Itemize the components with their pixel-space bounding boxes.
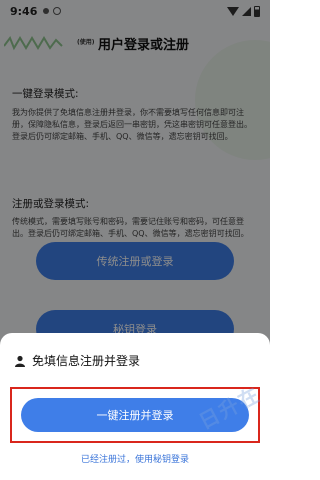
login-screen: 9:46 (使用) 用户登录或注册 一键登录模式: 我为你提供了免填信息注册并登… [0,0,270,480]
sheet-header: 免填信息注册并登录 [14,352,140,369]
sheet-title: 免填信息注册并登录 [32,354,141,368]
person-icon [15,355,25,367]
secret-key-login-link[interactable]: 已经注册过，使用秘钥登录 [0,452,270,465]
